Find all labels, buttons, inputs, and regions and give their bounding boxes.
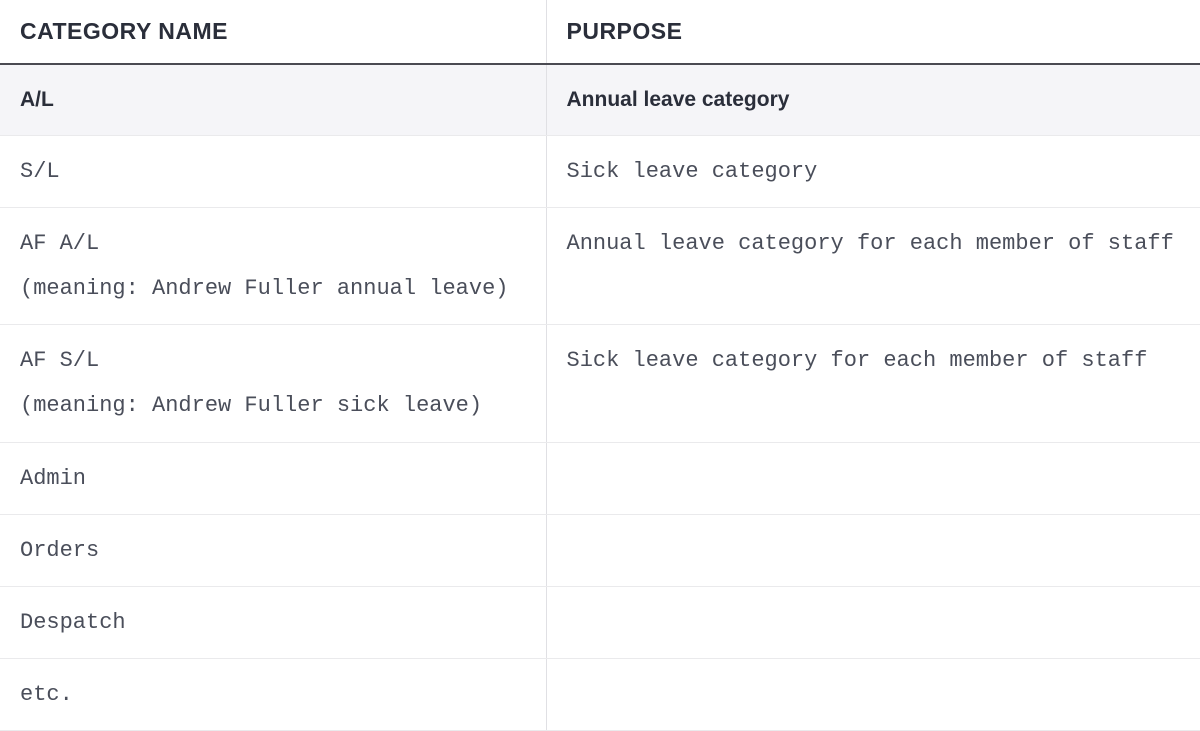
table-row: AF S/L (meaning: Andrew Fuller sick leave… xyxy=(0,325,1200,442)
cell-purpose: Annual leave category xyxy=(546,64,1200,135)
table-row: etc. xyxy=(0,659,1200,731)
cell-purpose xyxy=(546,442,1200,514)
cell-purpose xyxy=(546,586,1200,658)
categories-table: CATEGORY NAME PURPOSE A/L Annual leave ca… xyxy=(0,0,1200,731)
category-name-text: Orders xyxy=(20,538,99,563)
table-row: Admin xyxy=(0,442,1200,514)
category-name-text: A/L xyxy=(20,88,54,111)
cell-purpose: Sick leave category xyxy=(546,135,1200,207)
cell-category-name: A/L xyxy=(0,64,546,135)
table-row: A/L Annual leave category xyxy=(0,64,1200,135)
categories-table-container: CATEGORY NAME PURPOSE A/L Annual leave ca… xyxy=(0,0,1200,731)
category-name-text: Despatch xyxy=(20,610,126,635)
category-name-text: Admin xyxy=(20,466,86,491)
table-row: AF A/L (meaning: Andrew Fuller annual lea… xyxy=(0,207,1200,324)
cell-category-name: AF A/L (meaning: Andrew Fuller annual lea… xyxy=(0,207,546,324)
table-row: S/L Sick leave category xyxy=(0,135,1200,207)
category-subtext: (meaning: Andrew Fuller annual leave) xyxy=(20,271,526,306)
cell-category-name: AF S/L (meaning: Andrew Fuller sick leave… xyxy=(0,325,546,442)
cell-purpose xyxy=(546,514,1200,586)
cell-purpose: Annual leave category for each member of… xyxy=(546,207,1200,324)
cell-category-name: Despatch xyxy=(0,586,546,658)
header-purpose: PURPOSE xyxy=(546,0,1200,64)
cell-category-name: S/L xyxy=(0,135,546,207)
category-name-text: AF A/L xyxy=(20,231,99,256)
cell-purpose xyxy=(546,659,1200,731)
cell-category-name: Orders xyxy=(0,514,546,586)
category-name-text: S/L xyxy=(20,159,60,184)
table-row: Despatch xyxy=(0,586,1200,658)
cell-category-name: Admin xyxy=(0,442,546,514)
category-name-text: AF S/L xyxy=(20,348,99,373)
table-header-row: CATEGORY NAME PURPOSE xyxy=(0,0,1200,64)
cell-category-name: etc. xyxy=(0,659,546,731)
category-subtext: (meaning: Andrew Fuller sick leave) xyxy=(20,388,526,423)
table-row: Orders xyxy=(0,514,1200,586)
header-category-name: CATEGORY NAME xyxy=(0,0,546,64)
category-name-text: etc. xyxy=(20,682,73,707)
cell-purpose: Sick leave category for each member of s… xyxy=(546,325,1200,442)
